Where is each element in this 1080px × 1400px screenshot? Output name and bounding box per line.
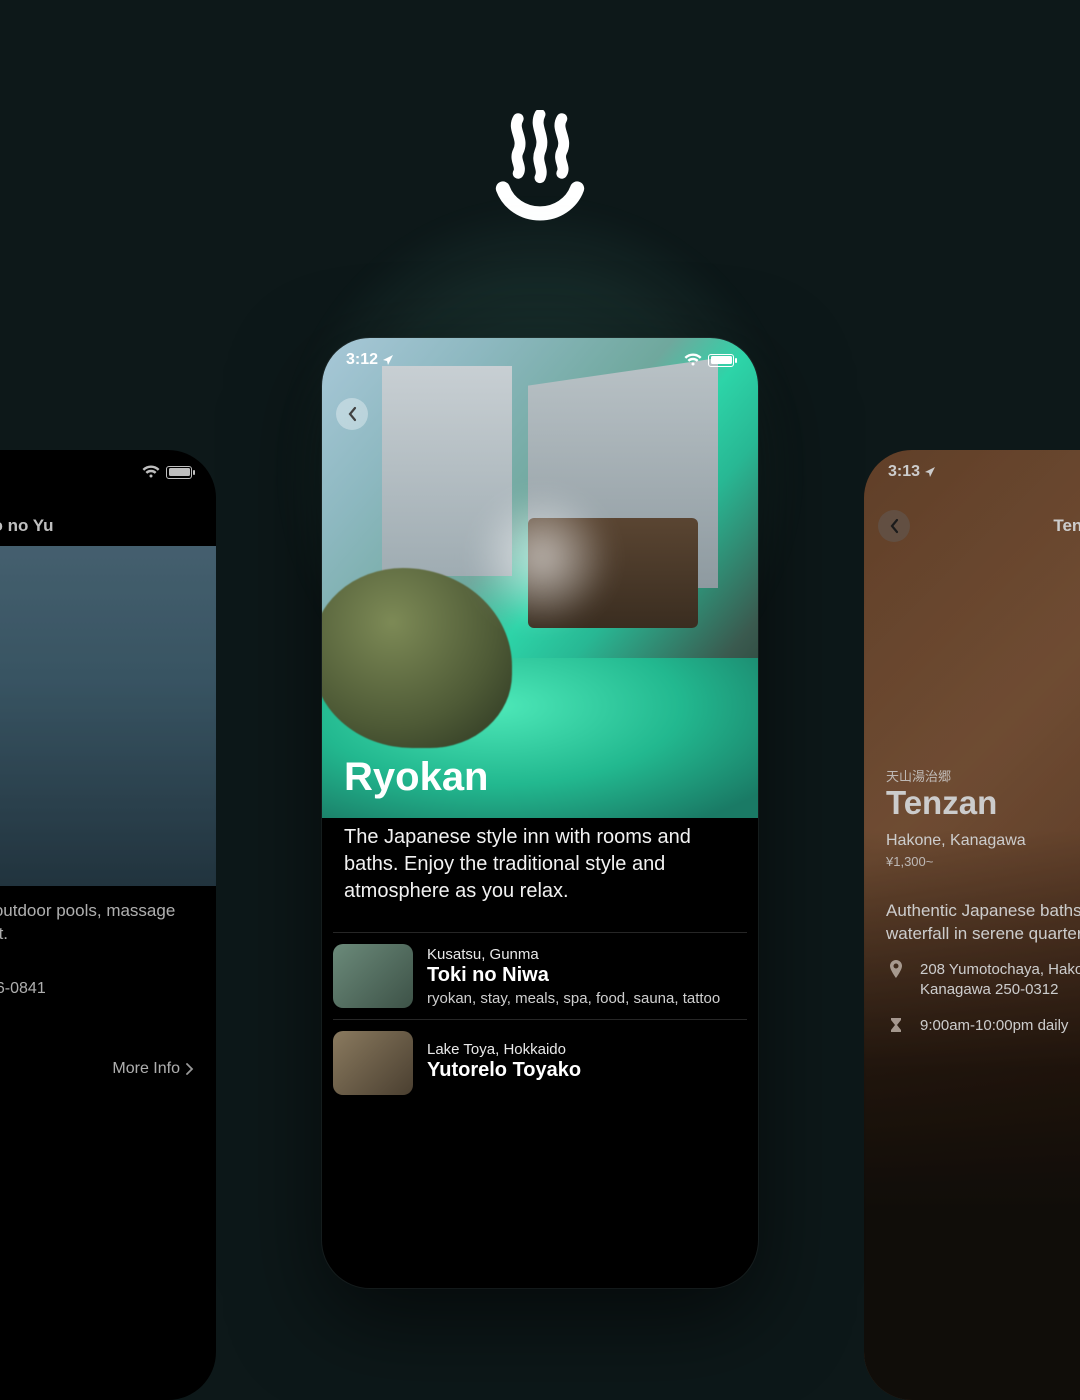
status-time: 3:12 <box>346 351 378 369</box>
nav-bar: Yamato no Yu <box>0 504 216 548</box>
chevron-left-icon <box>347 406 357 422</box>
place-address: 208 Yumotochaya, Hakone, Ashiga District… <box>920 960 1080 1001</box>
location-icon <box>924 466 936 478</box>
more-info-link[interactable]: More Info <box>112 1060 194 1078</box>
phone-center: Ryokan 3:12 The Japanese style inn with … <box>322 338 758 1288</box>
status-bar: 3:12 <box>322 338 758 382</box>
hero-image <box>0 546 216 886</box>
status-bar <box>0 450 216 494</box>
back-button[interactable] <box>878 510 910 542</box>
location-icon <box>382 354 394 366</box>
list-item-thumb <box>333 1031 413 1095</box>
battery-icon <box>708 354 734 367</box>
hourglass-icon <box>886 1016 906 1036</box>
place-hours: am-10pm Daily <box>0 1020 194 1038</box>
battery-icon <box>166 466 192 479</box>
place-price: ¥1,300~ <box>886 854 933 869</box>
place-description: bath house with indoor & outdoor pools, … <box>0 900 194 946</box>
wifi-icon <box>684 353 702 367</box>
place-name-jp: 天山湯治郷 <box>886 766 951 785</box>
list-item-tags: ryokan, stay, meals, spa, food, sauna, t… <box>427 990 720 1007</box>
phone-right: 3:13 Tenzan 世捨て人 天山湯治郷 Tenzan Hakone, Ka… <box>864 450 1080 1400</box>
chevron-left-icon <box>889 518 899 534</box>
list-item-thumb <box>333 944 413 1008</box>
wifi-icon <box>142 465 160 479</box>
status-bar: 3:13 <box>864 450 1080 494</box>
place-name: Tenzan <box>886 784 997 822</box>
chevron-right-icon <box>186 1063 194 1075</box>
list-item-name: Toki no Niwa <box>427 964 720 987</box>
place-description: Authentic Japanese baths with a ran pool… <box>886 900 1080 946</box>
category-title: Ryokan <box>344 755 489 800</box>
place-address: 30 Odake, Narita, Chiba 286-0841 <box>0 980 194 998</box>
list-item-location: Kusatsu, Gunma <box>427 946 720 963</box>
list-item[interactable]: Lake Toya, Hokkaido Yutorelo Toyako <box>333 1019 747 1106</box>
map-pin-icon <box>886 960 906 980</box>
place-location: Hakone, Kanagawa <box>886 832 1026 850</box>
status-time: 3:13 <box>888 463 920 481</box>
onsen-logo-icon <box>485 110 595 230</box>
hours-row: 9:00am-10:00pm daily <box>886 1016 1080 1036</box>
nav-title: Tenzan <box>1053 516 1080 536</box>
nav-bar <box>322 392 758 436</box>
list-item-name: Yutorelo Toyako <box>427 1059 581 1082</box>
phone-left: Yamato no Yu 大和の湯 ato no Yu bath house w… <box>0 450 216 1400</box>
nav-title: Yamato no Yu <box>0 516 54 536</box>
list-item[interactable]: Kusatsu, Gunma Toki no Niwa ryokan, stay… <box>333 932 747 1019</box>
back-button[interactable] <box>336 398 368 430</box>
place-hours: 9:00am-10:00pm daily <box>920 1016 1068 1036</box>
category-description: The Japanese style inn with rooms and ba… <box>344 824 736 905</box>
nav-bar: Tenzan <box>864 504 1080 548</box>
more-info-label: More Info <box>112 1060 180 1078</box>
address-row: 208 Yumotochaya, Hakone, Ashiga District… <box>886 960 1080 1001</box>
list-item-location: Lake Toya, Hokkaido <box>427 1041 581 1058</box>
